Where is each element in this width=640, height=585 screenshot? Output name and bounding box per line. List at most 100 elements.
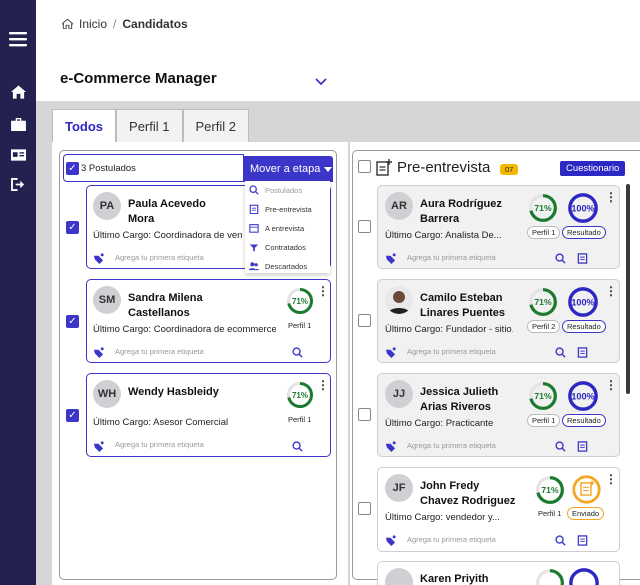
document-icon[interactable]: [577, 439, 588, 457]
users-remove-icon: [249, 262, 259, 271]
logout-icon[interactable]: [0, 174, 36, 194]
candidate-checkbox[interactable]: ✓: [66, 221, 79, 234]
candidate-checkbox[interactable]: [358, 408, 371, 421]
menu-item-contratados[interactable]: Contratados: [249, 242, 306, 252]
tag-add-icon[interactable]: [93, 439, 104, 457]
search-profile-icon[interactable]: [555, 533, 566, 551]
more-options-icon[interactable]: ⋮: [605, 379, 617, 391]
svg-text:71%: 71%: [534, 297, 552, 307]
search-profile-icon[interactable]: [292, 439, 303, 457]
match-percentage: 71%: [528, 193, 558, 228]
clipboard-add-icon: [376, 159, 392, 181]
svg-text:71%: 71%: [534, 203, 552, 213]
scrollbar[interactable]: [626, 184, 630, 394]
tab-perfil-2[interactable]: Perfil 2: [182, 109, 249, 142]
candidate-name[interactable]: Karen Priyith: [420, 572, 488, 585]
candidate-name[interactable]: Jessica Julieth Arias Riveros: [420, 385, 498, 415]
more-options-icon[interactable]: ⋮: [605, 473, 617, 485]
candidate-checkbox[interactable]: [358, 314, 371, 327]
tab-perfil-1[interactable]: Perfil 1: [116, 109, 183, 142]
tag-add-icon[interactable]: [385, 251, 396, 269]
candidate-name[interactable]: Camilo Esteban Linares Puentes: [420, 291, 505, 321]
document-icon[interactable]: [577, 251, 588, 269]
tag-placeholder[interactable]: Agrega tu primera etiqueta: [407, 253, 496, 262]
more-options-icon[interactable]: ⋮: [605, 285, 617, 297]
match-percentage: 71%: [528, 381, 558, 416]
candidate-name[interactable]: John Fredy Chavez Rodriguez: [420, 479, 515, 509]
briefcase-icon[interactable]: [0, 114, 36, 134]
home-icon[interactable]: [62, 19, 73, 29]
tab-todos[interactable]: Todos: [52, 109, 117, 142]
avatar-photo: [385, 286, 413, 314]
move-stage-button[interactable]: Mover a etapa: [244, 156, 333, 182]
candidate-last-job: Último Cargo: Coordinadora de ecommerce …: [93, 324, 276, 335]
breadcrumb-home[interactable]: Inicio: [79, 17, 107, 31]
stage-title: Pre-entrevista: [397, 159, 491, 176]
tag-placeholder[interactable]: Agrega tu primera etiqueta: [407, 441, 496, 450]
tag-placeholder[interactable]: Agrega tu primera etiqueta: [115, 347, 204, 356]
home-icon[interactable]: [0, 82, 36, 102]
tag-placeholder[interactable]: Agrega tu primera etiqueta: [407, 347, 496, 356]
status-badge[interactable]: Resultado: [562, 414, 606, 427]
tag-add-icon[interactable]: [93, 345, 104, 363]
candidate-card-partial[interactable]: Karen Priyith: [377, 561, 620, 585]
candidate-name[interactable]: Sandra Milena Castellanos: [128, 291, 203, 321]
menu-item-a-entrevista[interactable]: A entrevista: [249, 223, 304, 233]
tag-add-icon[interactable]: [93, 251, 104, 269]
candidate-name[interactable]: Paula Acevedo Mora: [128, 197, 206, 227]
select-all-checkbox[interactable]: ✓: [66, 162, 79, 175]
candidate-last-job: Último Cargo: Analista De...: [385, 230, 502, 241]
status-badge[interactable]: Resultado: [562, 226, 606, 239]
document-icon[interactable]: [577, 533, 588, 551]
menu-item-descartados[interactable]: Descartados: [249, 261, 307, 271]
candidate-checkbox[interactable]: ✓: [66, 409, 79, 422]
candidate-checkbox[interactable]: [358, 502, 371, 515]
search-profile-icon[interactable]: [555, 439, 566, 457]
avatar: JJ: [385, 380, 413, 408]
sent-test-icon: [571, 474, 602, 510]
perfil-badge: Perfil 1: [288, 321, 312, 330]
handshake-icon: [249, 244, 259, 252]
avatar: PA: [93, 192, 121, 220]
tag-add-icon[interactable]: [385, 533, 396, 551]
match-percentage: 71%: [535, 475, 565, 510]
perfil-badge: Perfil 2: [527, 320, 561, 333]
menu-item-postulados[interactable]: Postulados: [249, 185, 302, 195]
clipboard-icon: [249, 204, 259, 214]
perfil-badge: Perfil 1: [527, 414, 561, 427]
postulados-count: 3 Postulados: [81, 163, 136, 174]
match-percentage: 71%: [286, 287, 314, 320]
candidate-name[interactable]: Wendy Hasbleidy: [128, 385, 219, 400]
chevron-down-icon[interactable]: [315, 73, 327, 91]
document-icon[interactable]: [577, 345, 588, 363]
search-profile-icon[interactable]: [555, 251, 566, 269]
breadcrumb-separator: /: [113, 17, 117, 31]
match-percentage: 71%: [286, 381, 314, 414]
candidate-checkbox[interactable]: ✓: [66, 315, 79, 328]
tag-add-icon[interactable]: [385, 345, 396, 363]
status-badge[interactable]: Enviado: [567, 507, 605, 520]
tag-placeholder[interactable]: Agrega tu primera etiqueta: [115, 253, 204, 262]
menu-icon[interactable]: [0, 29, 36, 49]
avatar: AR: [385, 192, 413, 220]
tag-placeholder[interactable]: Agrega tu primera etiqueta: [407, 535, 496, 544]
test-score: 100%: [567, 380, 599, 417]
sidebar: [0, 0, 36, 585]
more-options-icon[interactable]: ⋮: [605, 191, 617, 203]
tag-placeholder[interactable]: Agrega tu primera etiqueta: [115, 440, 204, 449]
tag-add-icon[interactable]: [385, 439, 396, 457]
search-profile-icon[interactable]: [292, 345, 303, 363]
search-profile-icon[interactable]: [555, 345, 566, 363]
more-options-icon[interactable]: ⋮: [317, 285, 329, 297]
candidate-checkbox[interactable]: [358, 220, 371, 233]
menu-item-pre-entrevista[interactable]: Pre-entrevista: [249, 204, 312, 214]
questionnaire-button[interactable]: Cuestionario: [560, 161, 626, 176]
select-all-checkbox[interactable]: [358, 160, 371, 173]
candidate-last-job: Último Cargo: Asesor Comercial: [93, 417, 229, 428]
more-options-icon[interactable]: ⋮: [317, 379, 329, 391]
candidate-name[interactable]: Aura Rodríguez Barrera: [420, 197, 502, 227]
search-icon: [249, 185, 259, 195]
perfil-badge: Perfil 1: [527, 226, 561, 239]
id-card-icon[interactable]: [0, 145, 36, 165]
status-badge[interactable]: Resultado: [562, 320, 606, 333]
